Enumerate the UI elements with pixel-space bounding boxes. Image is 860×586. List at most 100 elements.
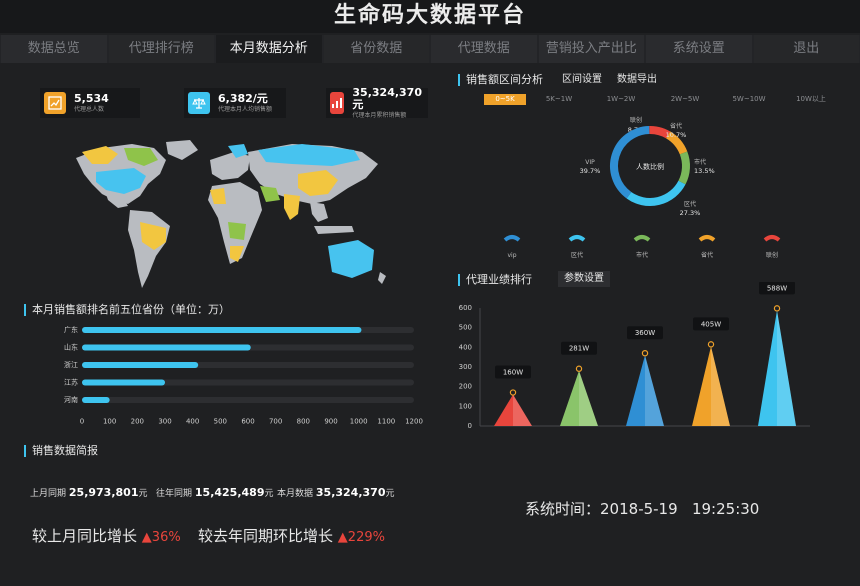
agent-y-tick: 100 <box>459 402 472 410</box>
legend-swatch[interactable] <box>698 235 716 242</box>
sales-interval-title: 销售额区间分析 <box>458 74 543 86</box>
province-x-tick: 100 <box>103 418 116 426</box>
agent-peak-marker <box>575 365 583 372</box>
range-tab-0[interactable]: 0~5K <box>484 94 526 105</box>
brief-label: 上月同期 <box>30 489 67 499</box>
page-title: 生命码大数据平台 <box>333 3 526 28</box>
agent-y-tick: 300 <box>459 363 472 371</box>
province-bar[interactable] <box>82 327 362 333</box>
brief-label: 本月数据 <box>277 489 314 499</box>
brief-unit: 元 <box>385 489 395 499</box>
legend-swatch[interactable] <box>763 235 781 242</box>
legend-swatch[interactable] <box>503 235 521 242</box>
province-x-tick: 600 <box>241 418 254 426</box>
map-south-america <box>128 210 170 288</box>
agent-cone-highlight <box>645 355 664 426</box>
agent-peak-marker <box>641 349 649 357</box>
system-date: 2018-5-19 <box>600 500 678 518</box>
donut-slice-pct: 13.5% <box>694 167 715 175</box>
brief-this-month: 本月数据 35,324,370元 <box>277 486 395 501</box>
province-x-tick: 300 <box>158 418 171 426</box>
province-x-tick: 1100 <box>377 418 395 426</box>
map-new-zealand <box>378 272 386 284</box>
brief-last-month: 上月同期 25,973,801元 <box>30 486 148 501</box>
province-x-tick: 500 <box>214 418 227 426</box>
map-indonesia <box>314 226 354 234</box>
map-greenland <box>166 140 198 160</box>
donut-slice-name: 省代 <box>670 122 682 130</box>
province-x-tick: 1200 <box>405 418 423 426</box>
agent-cone-highlight <box>579 370 598 426</box>
province-bar[interactable] <box>82 344 251 351</box>
map-australia <box>328 240 374 278</box>
legend-label[interactable]: 区代 <box>571 251 583 259</box>
province-x-tick: 700 <box>269 418 282 426</box>
stat-card-agents: 5,534 代理总人数 <box>40 88 140 118</box>
range-tab-3[interactable]: 2W~5W <box>664 94 706 105</box>
province-x-tick: 800 <box>297 418 310 426</box>
agent-cone-highlight <box>711 346 730 426</box>
scale-icon <box>188 92 210 114</box>
province-x-tick: 400 <box>186 418 199 426</box>
tab-overview[interactable]: 数据总览 <box>1 35 107 63</box>
donut-slice[interactable] <box>678 151 690 185</box>
map-europe <box>210 152 250 180</box>
province-label: 河南 <box>64 395 78 404</box>
legend-label[interactable]: 市代 <box>636 251 648 259</box>
brief-value: 35,324,370 <box>315 486 386 499</box>
tab-agent-ranking[interactable]: 代理排行榜 <box>108 35 214 63</box>
growth-label: 较上月同比增长 <box>32 527 138 545</box>
tab-logout[interactable]: 退出 <box>753 35 859 63</box>
range-tab-5[interactable]: 10W以上 <box>790 94 832 105</box>
donut-slice[interactable] <box>626 180 686 206</box>
header: 生命码大数据平台 <box>0 0 860 33</box>
sales-brief-title: 销售数据简报 <box>24 445 98 457</box>
legend-label[interactable]: vip <box>507 252 516 259</box>
province-bar[interactable] <box>82 379 165 386</box>
stat-label: 代理本月累积销售额 <box>352 111 407 119</box>
province-bar-track <box>82 397 414 403</box>
province-label: 浙江 <box>64 360 78 369</box>
province-rank-chart: 广东山东浙江江苏河南 0 100 200 300 400 500 600 700 800 900 10… <box>64 325 423 426</box>
bar-chart-icon <box>330 92 345 114</box>
agent-cone-highlight <box>513 394 532 426</box>
agent-ratio-donut: 联创8.7% 省代10.7%市代13.5%区代27.3%VIP39.7% 人数比例 <box>580 116 715 217</box>
range-tab-2[interactable]: 1W~2W <box>600 94 642 105</box>
world-map <box>76 140 386 288</box>
interval-settings-button[interactable]: 区间设置 <box>562 72 602 88</box>
legend-swatch[interactable] <box>633 235 651 242</box>
brief-unit: 元 <box>264 489 274 499</box>
system-clock: 19:25:30 <box>691 500 760 518</box>
tab-province-data[interactable]: 省份数据 <box>323 35 429 63</box>
chart-icon <box>44 92 66 114</box>
tab-agent-data[interactable]: 代理数据 <box>431 35 537 63</box>
province-bar[interactable] <box>82 362 199 368</box>
donut-slice-name: 市代 <box>694 158 706 166</box>
legend-label[interactable]: 联创 <box>766 251 778 259</box>
donut-slice-pct: 10.7% <box>666 131 687 139</box>
donut-legend[interactable]: vip 区代 市代 省代 联创 <box>490 232 800 262</box>
range-tab-1[interactable]: 5K~1W <box>538 94 580 105</box>
system-time-label: 系统时间： <box>525 500 601 518</box>
province-x-tick: 900 <box>324 418 337 426</box>
stat-label: 代理本月人均销售额 <box>218 105 273 113</box>
province-x-tick: 1000 <box>350 418 368 426</box>
agent-rank-chart: 0 100 200 300 400 500 600 160W 281W 360W 405W 588W <box>459 282 810 430</box>
agent-value-label: 588W <box>767 284 787 292</box>
tab-marketing-roi[interactable]: 营销投入产出比 <box>538 35 644 63</box>
province-bar[interactable] <box>82 397 110 403</box>
growth-year: 较去年同期环比增长 ▲229% <box>198 526 385 548</box>
donut-slice-name: 联创 <box>630 116 642 124</box>
tab-monthly-analysis[interactable]: 本月数据分析 <box>216 35 322 63</box>
agent-y-tick: 600 <box>459 304 472 312</box>
stat-label: 代理总人数 <box>74 105 105 113</box>
brief-value: 15,425,489 <box>194 486 265 499</box>
brief-unit: 元 <box>138 489 148 499</box>
tab-system-settings[interactable]: 系统设置 <box>646 35 752 63</box>
legend-label[interactable]: 省代 <box>701 251 713 259</box>
data-export-button[interactable]: 数据导出 <box>617 72 657 88</box>
legend-swatch[interactable] <box>568 235 586 242</box>
stat-value: 35,324,370元 <box>352 85 422 111</box>
range-tab-4[interactable]: 5W~10W <box>728 94 770 105</box>
donut-slice-pct: 39.7% <box>580 167 601 175</box>
